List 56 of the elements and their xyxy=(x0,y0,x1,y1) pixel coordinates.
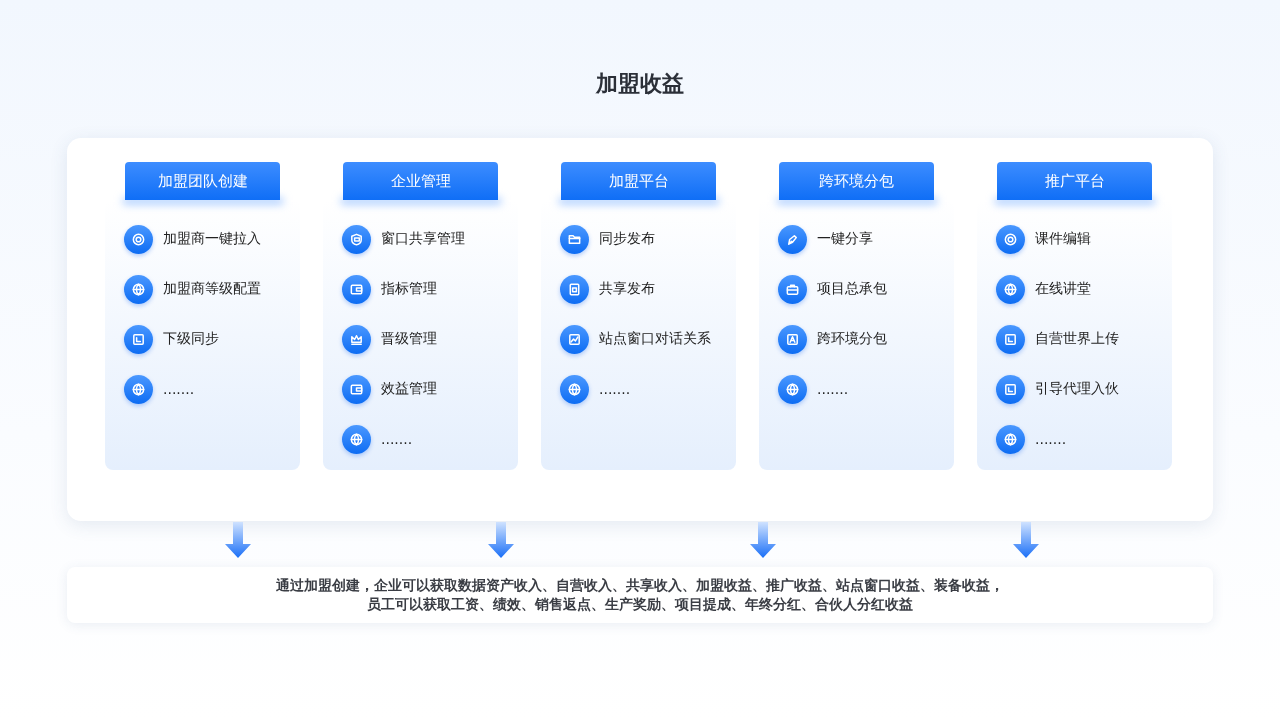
screen-icon xyxy=(996,374,1025,404)
category-header: 推广平台 xyxy=(997,162,1152,200)
down-arrow-icon xyxy=(487,522,514,558)
category-header: 加盟平台 xyxy=(561,162,716,200)
feature-label: 站点窗口对话关系 xyxy=(599,330,711,348)
feature-label: 加盟商一键拉入 xyxy=(163,230,261,248)
feature-label: 下级同步 xyxy=(163,330,219,348)
down-arrow-icon xyxy=(750,522,777,558)
shield-icon xyxy=(342,224,371,254)
globe-icon xyxy=(996,274,1025,304)
globe-icon xyxy=(560,374,589,404)
feature-label: 效益管理 xyxy=(381,380,437,398)
category-header: 跨环境分包 xyxy=(779,162,934,200)
page-title: 加盟收益 xyxy=(596,70,684,98)
wallet-icon xyxy=(342,274,371,304)
feature-label: ....... xyxy=(599,381,631,397)
summary-text: 员工可以获取工资、绩效、销售返点、生产奖励、项目提成、年终分红、合伙人分红收益 xyxy=(367,595,913,614)
feature-label: 在线讲堂 xyxy=(1035,280,1091,298)
feature-label: 同步发布 xyxy=(599,230,655,248)
down-arrow-icon xyxy=(1012,522,1039,558)
target-icon xyxy=(124,224,153,254)
letter-icon xyxy=(778,324,807,354)
feature-label: 加盟商等级配置 xyxy=(163,280,261,298)
feature-label: 一键分享 xyxy=(817,230,873,248)
feature-label: ....... xyxy=(381,431,413,447)
crown-icon xyxy=(342,324,371,354)
screen-icon xyxy=(124,324,153,354)
feature-label: 项目总承包 xyxy=(817,280,887,298)
feature-label: 课件编辑 xyxy=(1035,230,1091,248)
feature-label: ....... xyxy=(817,381,849,397)
document-icon xyxy=(560,274,589,304)
feature-label: 晋级管理 xyxy=(381,330,437,348)
feature-label: 跨环境分包 xyxy=(817,330,887,348)
feature-label: 引导代理入伙 xyxy=(1035,380,1119,398)
feature-label: 窗口共享管理 xyxy=(381,230,465,248)
summary-text: 通过加盟创建，企业可以获取数据资产收入、自营收入、共享收入、加盟收益、推广收益、站点窗口收益、装备收益， xyxy=(276,576,1004,595)
picture-icon xyxy=(560,324,589,354)
feature-label: 指标管理 xyxy=(381,280,437,298)
briefcase-icon xyxy=(778,274,807,304)
category-header: 企业管理 xyxy=(343,162,498,200)
wallet-icon xyxy=(342,374,371,404)
target-icon xyxy=(996,224,1025,254)
category-header: 加盟团队创建 xyxy=(125,162,280,200)
folder-icon xyxy=(560,224,589,254)
feature-label: ....... xyxy=(1035,431,1067,447)
globe-icon xyxy=(778,374,807,404)
screen-icon xyxy=(996,324,1025,354)
down-arrow-icon xyxy=(225,522,251,558)
feature-label: 自营世界上传 xyxy=(1035,330,1119,348)
globe-icon xyxy=(124,374,153,404)
globe-icon xyxy=(342,424,371,454)
feature-label: 共享发布 xyxy=(599,280,655,298)
pen-icon xyxy=(778,224,807,254)
feature-label: ....... xyxy=(163,381,195,397)
globe-icon xyxy=(996,424,1025,454)
globe-icon xyxy=(124,274,153,304)
